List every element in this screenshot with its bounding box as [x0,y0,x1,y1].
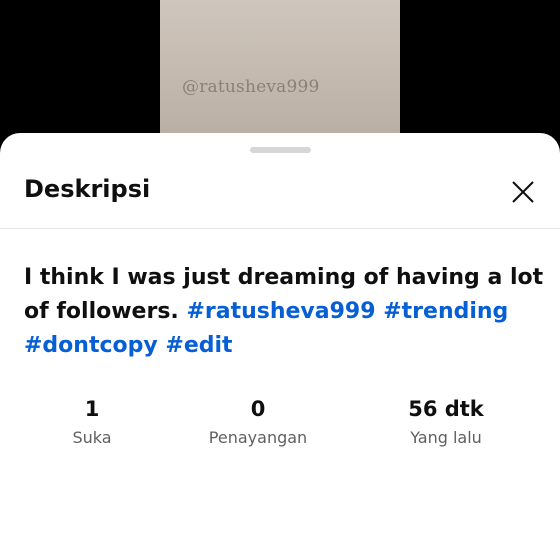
upload-time-value: 56 dtk [408,397,484,421]
stat-views: 0 Penayangan [178,395,338,450]
views-count: 0 [250,397,266,421]
hashtag-link[interactable]: #ratusheva999 [186,299,375,324]
views-label: Penayangan [208,428,308,447]
stat-likes: 1 Suka [52,395,132,450]
sheet-title: Deskripsi [24,175,151,203]
description-sheet: Deskripsi I think I was just dreaming of… [0,133,560,560]
video-thumbnail[interactable]: @ratusheva999 [160,0,400,150]
hashtag-link[interactable]: #edit [165,333,232,358]
stat-upload-time: 56 dtk Yang lalu [376,395,516,450]
video-description: I think I was just dreaming of having a … [24,261,544,363]
video-watermark: @ratusheva999 [182,77,320,97]
screen: @ratusheva999 Deskripsi I think I was ju… [0,0,560,560]
likes-count: 1 [84,397,100,421]
hashtag-link[interactable]: #trending [383,299,508,324]
hashtag-link[interactable]: #dontcopy [24,333,158,358]
close-icon [512,181,534,203]
close-button[interactable] [504,173,542,211]
upload-time-label: Yang lalu [410,428,482,447]
sheet-header: Deskripsi [0,161,560,229]
stats-row: 1 Suka 0 Penayangan 56 dtk Yang lalu [0,395,560,455]
drag-handle[interactable] [250,147,311,153]
likes-label: Suka [72,428,112,447]
